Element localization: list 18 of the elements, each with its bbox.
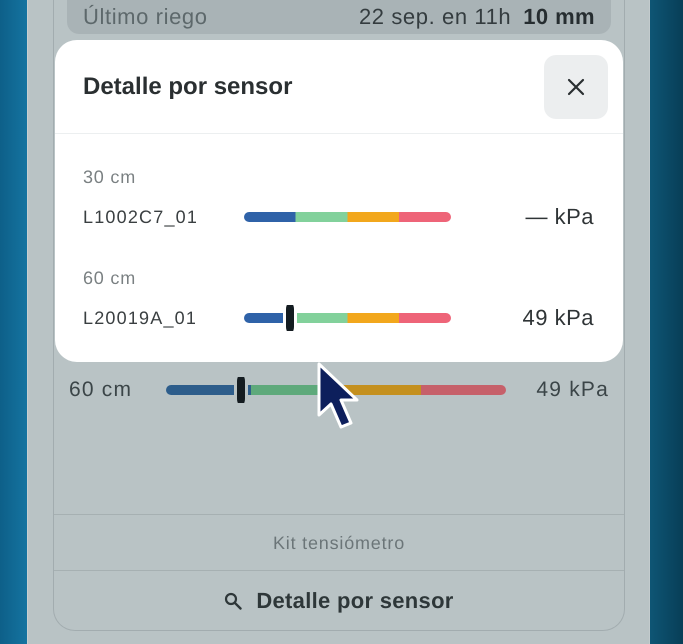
- dialog-title: Detalle por sensor: [83, 72, 292, 102]
- sensor-id: L20019A_01: [83, 308, 198, 328]
- depth-label: 60 cm: [83, 268, 136, 288]
- close-icon: [567, 78, 585, 96]
- gauge-thumb[interactable]: [234, 377, 248, 403]
- detail-button[interactable]: Detalle por sensor: [218, 584, 460, 618]
- close-button[interactable]: [544, 55, 608, 119]
- irrigation-amount: 10 mm: [523, 4, 595, 30]
- kit-label: Kit tensiómetro: [272, 532, 406, 554]
- search-icon: [224, 592, 242, 610]
- irrigation-label: Último riego: [83, 4, 208, 30]
- reading-label: 49 kPa: [522, 305, 594, 330]
- depth-label: 60 cm: [69, 378, 132, 401]
- reading-label: — kPa: [525, 204, 594, 229]
- sensor-id: L1002C7_01: [83, 207, 198, 227]
- reading-label: 49 kPa: [536, 378, 609, 401]
- irrigation-date: 22 sep. en 11h: [358, 4, 512, 30]
- depth-label: 30 cm: [83, 167, 136, 187]
